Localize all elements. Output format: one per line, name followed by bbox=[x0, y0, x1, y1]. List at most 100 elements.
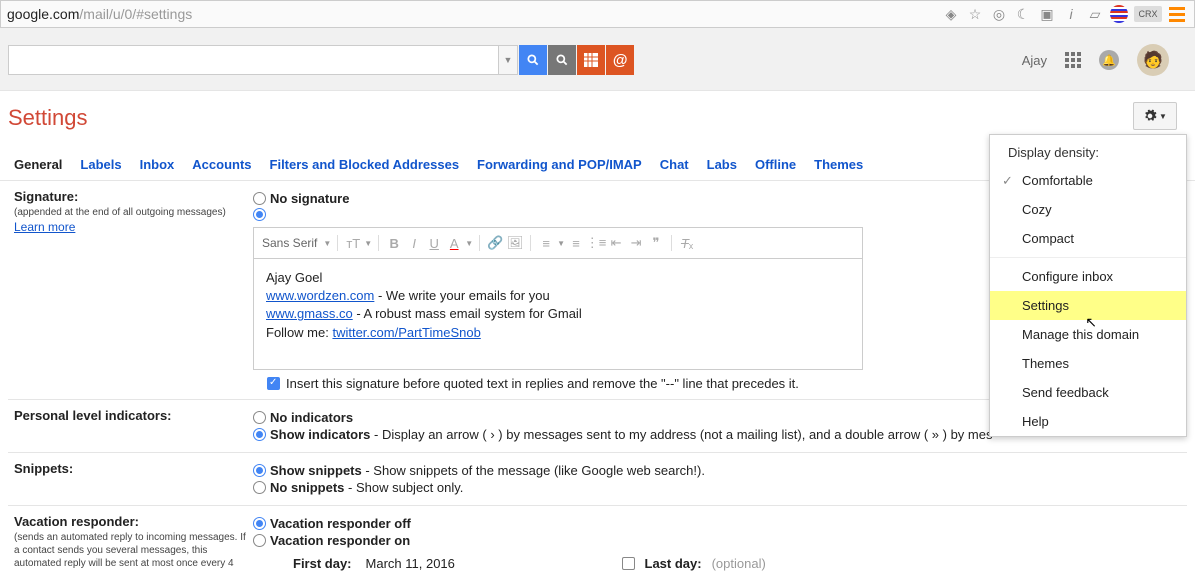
row-vacation: Vacation responder: (sends an automated … bbox=[8, 506, 1187, 573]
gear-dropdown: Display density: Comfortable Cozy Compac… bbox=[989, 134, 1187, 437]
hamburger-icon[interactable] bbox=[1168, 5, 1186, 23]
indent-less-icon[interactable]: ⇤ bbox=[607, 234, 625, 252]
font-name[interactable]: Sans Serif bbox=[262, 236, 317, 250]
last-day-label: Last day: bbox=[645, 556, 702, 571]
tab-general[interactable]: General bbox=[14, 157, 62, 172]
search-icon bbox=[526, 53, 540, 67]
density-compact[interactable]: Compact bbox=[990, 224, 1186, 253]
first-day-label: First day: bbox=[293, 556, 352, 571]
underline-icon[interactable]: U bbox=[425, 234, 443, 252]
tab-filters[interactable]: Filters and Blocked Addresses bbox=[270, 157, 460, 172]
at-icon: @ bbox=[613, 52, 628, 69]
signature-none-radio[interactable] bbox=[253, 192, 266, 205]
diamond-icon[interactable]: ◈ bbox=[942, 5, 960, 23]
vacation-off-option[interactable]: Vacation responder off bbox=[253, 516, 1187, 531]
image-icon[interactable]: 🖼 bbox=[506, 234, 524, 252]
browser-extensions: ◈ ☆ ◎ ☾ ▣ i ▱ CRX bbox=[938, 5, 1190, 23]
notifications-icon[interactable]: 🔔 bbox=[1099, 50, 1119, 70]
tab-inbox[interactable]: Inbox bbox=[140, 157, 175, 172]
search-box: ▼ @ bbox=[8, 45, 634, 75]
row-snippets: Snippets: Show snippets - Show snippets … bbox=[8, 453, 1187, 506]
tab-chat[interactable]: Chat bbox=[660, 157, 689, 172]
search-alt-icon bbox=[555, 53, 569, 67]
indicators-show-radio[interactable] bbox=[253, 428, 266, 441]
vacation-off-radio[interactable] bbox=[253, 517, 266, 530]
signature-label: Signature: bbox=[14, 189, 253, 204]
ext-icon-3[interactable]: ▣ bbox=[1038, 5, 1056, 23]
learn-more-link[interactable]: Learn more bbox=[14, 220, 75, 234]
crx-icon[interactable]: CRX bbox=[1134, 6, 1162, 22]
avatar[interactable]: 🧑 bbox=[1137, 44, 1169, 76]
star-icon[interactable]: ☆ bbox=[966, 5, 984, 23]
snippets-show-radio[interactable] bbox=[253, 464, 266, 477]
tab-labels[interactable]: Labels bbox=[80, 157, 121, 172]
font-size-icon[interactable]: ᴛT bbox=[344, 234, 362, 252]
search-row: ▼ @ Ajay 🔔 🧑 bbox=[0, 28, 1195, 91]
menu-send-feedback[interactable]: Send feedback bbox=[990, 378, 1186, 407]
search-options-dropdown[interactable]: ▼ bbox=[498, 45, 518, 75]
last-day-checkbox[interactable] bbox=[622, 557, 635, 570]
stripe-icon[interactable] bbox=[1110, 5, 1128, 23]
tab-labs[interactable]: Labs bbox=[707, 157, 737, 172]
signature-insert-checkbox[interactable] bbox=[267, 377, 280, 390]
search-button[interactable] bbox=[519, 45, 547, 75]
signature-body[interactable]: Ajay Goel www.wordzen.com - We write you… bbox=[254, 259, 862, 369]
signature-toolbar: Sans Serif ▼ ᴛT ▼ B I U A ▼ 🔗 🖼 ≡ bbox=[254, 228, 862, 259]
vacation-dates: First day: March 11, 2016 Last day: (opt… bbox=[253, 554, 1187, 573]
grid-button[interactable] bbox=[577, 45, 605, 75]
info-icon[interactable]: i bbox=[1062, 5, 1080, 23]
signature-sub: (appended at the end of all outgoing mes… bbox=[14, 206, 253, 219]
last-day-placeholder: (optional) bbox=[712, 556, 766, 571]
clear-format-icon[interactable]: Tₓ bbox=[678, 234, 696, 252]
first-day-value[interactable]: March 11, 2016 bbox=[362, 554, 482, 573]
grid-icon bbox=[584, 53, 598, 67]
sig-link-twitter[interactable]: twitter.com/PartTimeSnob bbox=[332, 325, 480, 340]
vacation-on-radio[interactable] bbox=[253, 534, 266, 547]
ext-icon-2[interactable]: ☾ bbox=[1014, 5, 1032, 23]
signature-custom-radio[interactable] bbox=[253, 208, 266, 221]
search-input[interactable] bbox=[8, 45, 498, 75]
menu-help[interactable]: Help bbox=[990, 407, 1186, 436]
tab-offline[interactable]: Offline bbox=[755, 157, 796, 172]
url-text[interactable]: google.com/mail/u/0/#settings bbox=[1, 6, 938, 22]
cursor-icon: ↖ bbox=[1085, 314, 1097, 331]
user-name[interactable]: Ajay bbox=[1022, 53, 1047, 68]
snippets-show-option[interactable]: Show snippets - Show snippets of the mes… bbox=[253, 463, 1187, 478]
indicators-none-radio[interactable] bbox=[253, 411, 266, 424]
density-cozy[interactable]: Cozy bbox=[990, 195, 1186, 224]
link-icon[interactable]: 🔗 bbox=[486, 234, 504, 252]
bold-icon[interactable]: B bbox=[385, 234, 403, 252]
ext-icon-1[interactable]: ◎ bbox=[990, 5, 1008, 23]
search-alt-button[interactable] bbox=[548, 45, 576, 75]
gear-icon bbox=[1143, 109, 1157, 123]
browser-url-bar: google.com/mail/u/0/#settings ◈ ☆ ◎ ☾ ▣ … bbox=[0, 0, 1195, 28]
apps-icon[interactable] bbox=[1065, 52, 1081, 68]
quote-icon[interactable]: ❞ bbox=[647, 234, 665, 252]
list-bullet-icon[interactable]: ⋮≡ bbox=[587, 234, 605, 252]
snippets-none-option[interactable]: No snippets - Show subject only. bbox=[253, 480, 1187, 495]
tab-forwarding[interactable]: Forwarding and POP/IMAP bbox=[477, 157, 642, 172]
sig-link-wordzen[interactable]: www.wordzen.com bbox=[266, 288, 374, 303]
indent-more-icon[interactable]: ⇥ bbox=[627, 234, 645, 252]
menu-themes[interactable]: Themes bbox=[990, 349, 1186, 378]
gear-button[interactable]: ▼ bbox=[1133, 102, 1177, 130]
snippets-none-radio[interactable] bbox=[253, 481, 266, 494]
caret-down-icon: ▼ bbox=[1159, 112, 1167, 121]
tab-accounts[interactable]: Accounts bbox=[192, 157, 251, 172]
personal-label: Personal level indicators: bbox=[14, 408, 253, 423]
at-button[interactable]: @ bbox=[606, 45, 634, 75]
density-header: Display density: bbox=[990, 135, 1186, 166]
list-numbered-icon[interactable]: ≡ bbox=[567, 234, 585, 252]
text-color-icon[interactable]: A bbox=[445, 234, 463, 252]
sig-link-gmass[interactable]: www.gmass.co bbox=[266, 306, 353, 321]
signature-editor: Sans Serif ▼ ᴛT ▼ B I U A ▼ 🔗 🖼 ≡ bbox=[253, 227, 863, 370]
density-comfortable[interactable]: Comfortable bbox=[990, 166, 1186, 195]
tab-themes[interactable]: Themes bbox=[814, 157, 863, 172]
italic-icon[interactable]: I bbox=[405, 234, 423, 252]
vacation-sub: (sends an automated reply to incoming me… bbox=[14, 531, 253, 570]
align-icon[interactable]: ≡ bbox=[537, 234, 555, 252]
vacation-on-option[interactable]: Vacation responder on bbox=[253, 533, 1187, 548]
menu-configure-inbox[interactable]: Configure inbox bbox=[990, 262, 1186, 291]
snippets-label: Snippets: bbox=[14, 461, 253, 476]
ext-icon-4[interactable]: ▱ bbox=[1086, 5, 1104, 23]
